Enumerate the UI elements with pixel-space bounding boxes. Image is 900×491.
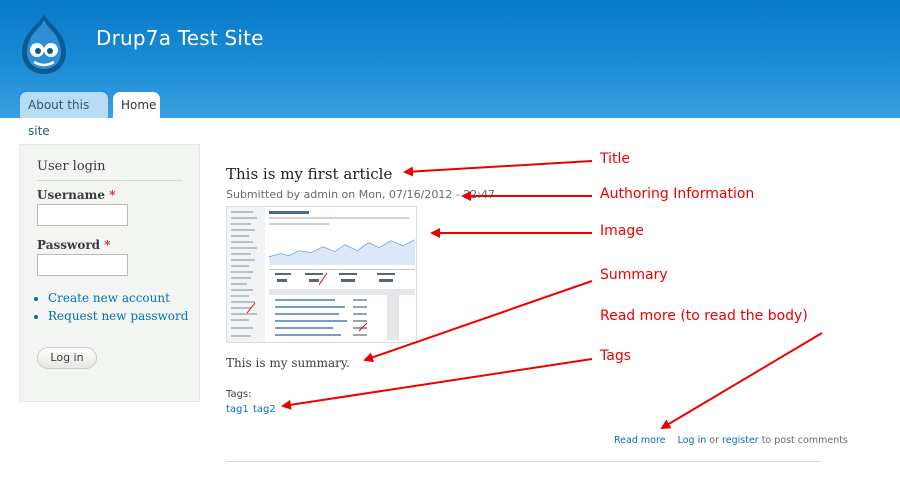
or-text: or xyxy=(709,435,719,446)
authoring-info: Submitted by admin on Mon, 07/16/2012 - … xyxy=(226,188,495,201)
site-name[interactable]: Drup7a Test Site xyxy=(96,26,264,50)
tag-link-1[interactable]: tag1 xyxy=(226,404,249,415)
article-image xyxy=(226,206,417,343)
annotation-title: Title xyxy=(600,151,631,167)
required-mark: * xyxy=(109,188,116,202)
article-title[interactable]: This is my first article xyxy=(226,165,392,183)
article-links: Read more Log in or register to post com… xyxy=(614,435,848,446)
site-header: Drup7a Test Site About this site Home xyxy=(0,0,900,138)
register-link[interactable]: register xyxy=(722,435,759,446)
list-item: Request new password xyxy=(48,309,188,323)
tags-label: Tags: xyxy=(226,389,252,400)
login-link[interactable]: Log in xyxy=(678,435,707,446)
username-label-text: Username xyxy=(37,188,106,202)
username-field[interactable] xyxy=(37,204,128,226)
tag-link-2[interactable]: tag2 xyxy=(253,404,276,415)
password-field[interactable] xyxy=(37,254,128,276)
drupal-logo-icon[interactable] xyxy=(14,12,74,76)
user-login-block: User login Username * Password * Create … xyxy=(19,144,200,402)
password-label: Password * xyxy=(37,238,111,252)
block-title: User login xyxy=(37,159,182,181)
password-label-text: Password xyxy=(37,238,101,252)
required-mark: * xyxy=(104,238,111,252)
annotation-image: Image xyxy=(600,223,644,239)
username-label: Username * xyxy=(37,188,115,202)
post-comments-text: to post comments xyxy=(761,435,848,446)
arrow-title xyxy=(403,160,593,177)
annotation-tags: Tags xyxy=(600,348,631,364)
tab-home[interactable]: Home xyxy=(113,92,160,118)
request-password-link[interactable]: Request new password xyxy=(48,309,188,323)
login-links: Create new account Request new password xyxy=(48,291,188,327)
tab-about-this-site[interactable]: About this site xyxy=(20,92,108,138)
divider xyxy=(226,461,821,462)
login-button[interactable]: Log in xyxy=(37,347,97,369)
analytics-screenshot-image xyxy=(227,207,416,342)
read-more-link[interactable]: Read more xyxy=(614,435,666,446)
annotation-summary: Summary xyxy=(600,267,668,283)
create-account-link[interactable]: Create new account xyxy=(48,291,170,305)
annotation-read-more: Read more (to read the body) xyxy=(600,308,808,324)
arrow-read-more xyxy=(660,332,823,430)
list-item: Create new account xyxy=(48,291,188,305)
article-summary: This is my summary. xyxy=(226,356,350,370)
annotation-authoring-info: Authoring Information xyxy=(600,186,755,202)
